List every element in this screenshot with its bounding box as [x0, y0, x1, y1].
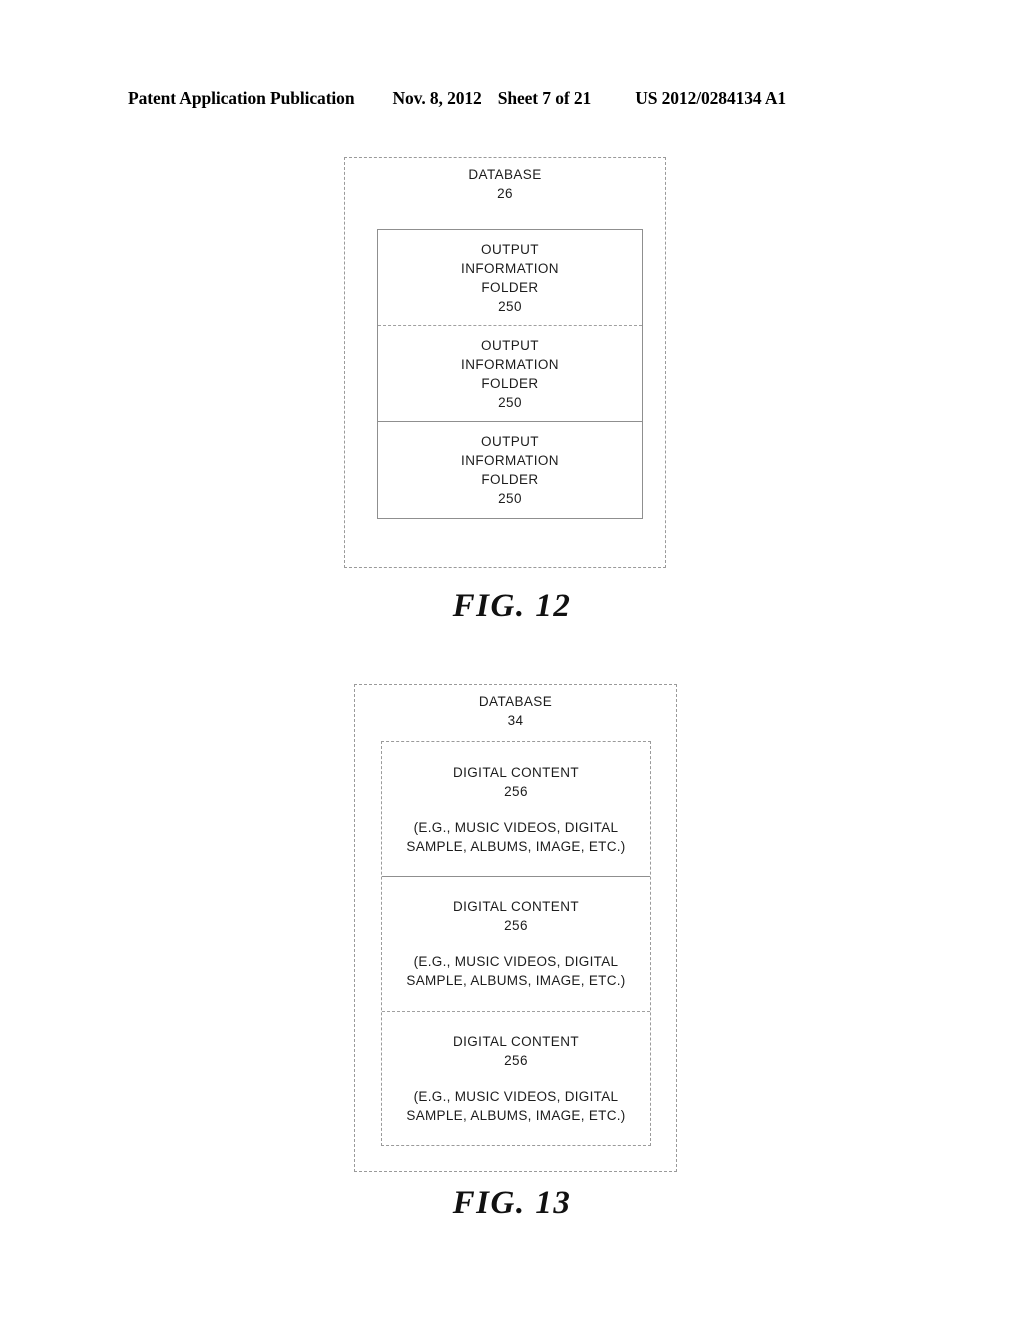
digital-content-label: DIGITAL CONTENT 256: [452, 899, 579, 934]
digital-content-item: DIGITAL CONTENT 256 (E.G., MUSIC VIDEOS,…: [382, 876, 650, 1010]
digital-content-list: DIGITAL CONTENT 256 (E.G., MUSIC VIDEOS,…: [381, 741, 651, 1146]
database-container-34: DATABASE 34 DIGITAL CONTENT 256 (E.G., M…: [354, 684, 677, 1172]
digital-content-examples: (E.G., MUSIC VIDEOS, DIGITAL SAMPLE, ALB…: [406, 819, 626, 854]
digital-content-item: DIGITAL CONTENT 256 (E.G., MUSIC VIDEOS,…: [382, 742, 650, 876]
figure-13-caption: FIG. 13: [452, 1185, 572, 1221]
digital-content-examples: (E.G., MUSIC VIDEOS, DIGITAL SAMPLE, ALB…: [406, 1088, 626, 1123]
digital-content-label: DIGITAL CONTENT 256: [452, 1033, 579, 1068]
figure-13: DATABASE 34 DIGITAL CONTENT 256 (E.G., M…: [0, 0, 1024, 1320]
digital-content-label: DIGITAL CONTENT 256: [452, 764, 579, 799]
digital-content-item: DIGITAL CONTENT 256 (E.G., MUSIC VIDEOS,…: [382, 1010, 650, 1145]
digital-content-examples: (E.G., MUSIC VIDEOS, DIGITAL SAMPLE, ALB…: [406, 954, 626, 989]
database-label-34: DATABASE 34: [478, 694, 553, 728]
